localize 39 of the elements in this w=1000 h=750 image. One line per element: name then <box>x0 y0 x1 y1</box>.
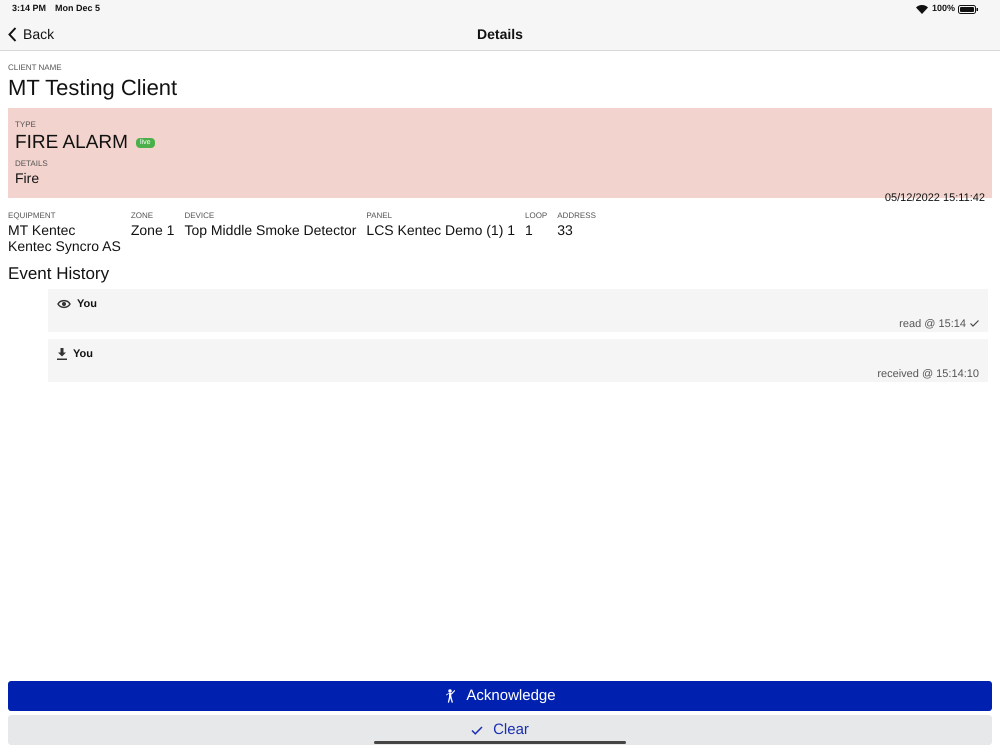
alarm-timestamp: 05/12/2022 15:11:42 <box>884 191 985 206</box>
wifi-icon <box>916 4 928 14</box>
field-value: LCS Kentec Demo (1) 1 <box>366 222 516 238</box>
field-label: DEVICE <box>184 210 216 222</box>
download-icon <box>57 348 67 360</box>
event-user: You <box>77 297 97 312</box>
field-value: Top Middle Smoke Detector <box>184 222 356 238</box>
field-value: MT Kentec <box>8 222 76 238</box>
battery-percent: 100% <box>932 2 955 16</box>
status-date: Mon Dec 5 <box>55 2 100 16</box>
field-label: DETAILS <box>15 158 49 170</box>
field-label: ADDRESS <box>557 210 596 222</box>
event-status: read @ 15:14 <box>899 316 966 332</box>
field-label: CLIENT NAME <box>8 62 63 74</box>
person-waving-icon <box>444 689 456 703</box>
clear-button[interactable]: Clear <box>8 715 992 745</box>
alarm-type: FIRE ALARM <box>15 131 128 155</box>
field-label: TYPE <box>15 119 37 131</box>
client-name: MT Testing Client <box>8 74 178 102</box>
field-label: EQUIPMENT <box>8 210 57 222</box>
battery-icon <box>958 4 978 14</box>
field-label: PANEL <box>366 210 394 222</box>
check-icon <box>471 726 484 734</box>
chevron-left-icon <box>8 26 17 42</box>
field-value: 33 <box>557 222 574 238</box>
field-value: Zone 1 <box>130 222 174 238</box>
eye-icon <box>57 299 71 310</box>
event-status: received @ 15:14:10 <box>877 366 979 382</box>
field-value: Kentec Syncro AS <box>8 238 121 254</box>
alarm-details: Fire <box>15 170 40 186</box>
field-label: ZONE <box>130 210 154 222</box>
field-label: LOOP <box>525 210 548 222</box>
page-title: Details <box>477 24 523 44</box>
back-button[interactable]: Back <box>0 24 54 44</box>
acknowledge-button[interactable]: Acknowledge <box>8 681 992 711</box>
status-time: 3:14 PM <box>12 2 46 16</box>
section-title: Event History <box>7 263 110 285</box>
field-value: 1 <box>525 222 534 238</box>
event-user: You <box>73 347 93 362</box>
